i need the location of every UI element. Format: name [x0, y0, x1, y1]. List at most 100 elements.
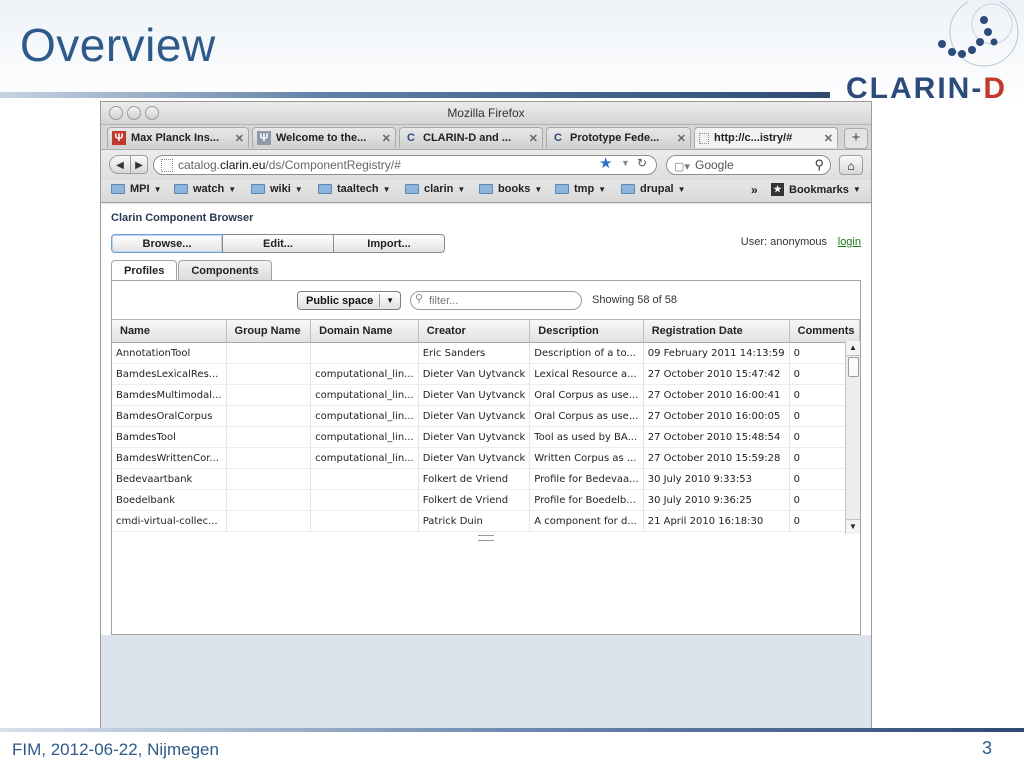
bookmark-folder-mpi[interactable]: MPI ▼	[111, 183, 161, 195]
bookmark-label: watch	[193, 183, 225, 195]
cell-registration-date: 21 April 2010 16:18:30	[643, 510, 790, 532]
bookmarks-menu-button[interactable]: ★ Bookmarks ▼	[771, 183, 861, 196]
folder-icon	[479, 184, 493, 194]
registry-tabs: Profiles Components	[111, 260, 273, 281]
edit-button[interactable]: Edit...	[222, 234, 334, 253]
cell-group-name	[226, 489, 312, 511]
search-engine-icon[interactable]: ▢▾	[674, 158, 690, 176]
search-box[interactable]: ▢▾ Google ⚲	[666, 155, 831, 175]
column-header-description[interactable]: Description	[529, 320, 644, 343]
browser-tab-3[interactable]: C CLARIN-D and ... ✕	[399, 127, 543, 148]
space-select[interactable]: Public space ▼	[297, 291, 401, 310]
browser-tab-4[interactable]: C Prototype Fede... ✕	[546, 127, 691, 148]
bookmark-label: clarin	[424, 183, 454, 195]
new-tab-button[interactable]: +	[844, 128, 868, 149]
select-divider	[379, 294, 380, 307]
close-tab-icon[interactable]: ✕	[235, 132, 244, 145]
import-button[interactable]: Import...	[333, 234, 445, 253]
cell-creator: Dieter Van Uytvanck	[418, 447, 531, 469]
table-scrollbar[interactable]: ▲ ▼	[845, 341, 860, 534]
column-header-creator[interactable]: Creator	[418, 320, 531, 343]
table-row[interactable]: AnnotationTool Eric Sanders Description of…	[112, 342, 860, 364]
table-row[interactable]: Boedelbank Folkert de Vriend Profile for B…	[112, 489, 860, 511]
window-titlebar: Mozilla Firefox	[101, 102, 871, 125]
cell-description: Profile for Boedelb...	[529, 489, 644, 511]
column-header-domain-name[interactable]: Domain Name	[310, 320, 419, 343]
browse-button[interactable]: Browse...	[111, 234, 223, 253]
tab-label: Prototype Fede...	[570, 132, 660, 144]
caret-down-icon: ▼	[294, 184, 303, 194]
tab-components[interactable]: Components	[178, 260, 272, 280]
cell-name: AnnotationTool	[112, 342, 227, 364]
bookmark-label: books	[498, 183, 531, 195]
bookmark-folder-clarin[interactable]: clarin ▼	[405, 183, 465, 195]
login-link[interactable]: login	[838, 236, 861, 248]
cell-group-name	[226, 426, 312, 448]
scroll-thumb[interactable]	[848, 357, 859, 377]
bookmarks-star-icon: ★	[771, 183, 784, 196]
forward-button[interactable]: ▶	[130, 155, 148, 174]
table-row[interactable]: cmdi-virtual-collec... Patrick Duin A comp…	[112, 510, 860, 532]
back-button[interactable]: ◀	[109, 155, 131, 174]
column-header-comments[interactable]: Comments	[789, 320, 860, 343]
table-row[interactable]: Bedevaartbank Folkert de Vriend Profile fo…	[112, 468, 860, 490]
browser-tab-2[interactable]: Ψ Welcome to the... ✕	[252, 127, 396, 148]
blank-page-icon	[699, 132, 709, 144]
caret-down-icon: ▼	[228, 184, 237, 194]
page-identity-icon	[161, 159, 173, 172]
search-icon[interactable]: ⚲	[814, 156, 824, 174]
url-host: clarin.eu	[220, 158, 266, 172]
cell-group-name	[226, 363, 312, 385]
bookmark-folder-tmp[interactable]: tmp ▼	[555, 183, 606, 195]
caret-down-icon: ▼	[457, 184, 466, 194]
url-bar[interactable]: catalog.clarin.eu/ds/ComponentRegistry/#	[153, 155, 657, 175]
bookmarks-toolbar: MPI ▼ watch ▼ wiki ▼ taaltech ▼ clarin ▼ book…	[101, 180, 871, 203]
firefox-window: Mozilla Firefox Ψ Max Planck Ins... ✕ Ψ …	[100, 101, 872, 730]
cell-domain-name	[310, 489, 419, 511]
tab-profiles[interactable]: Profiles	[111, 260, 178, 281]
app-title: Clarin Component Browser	[111, 212, 254, 224]
filter-input[interactable]	[410, 291, 582, 310]
bookmarks-overflow-icon[interactable]: »	[751, 183, 758, 197]
close-tab-icon[interactable]: ✕	[382, 132, 391, 145]
column-header-name[interactable]: Name	[112, 320, 227, 343]
cell-domain-name: computational_lin...	[310, 405, 419, 427]
profiles-panel: Public space ▼ ⚲ Showing 58 of 58 Name G	[111, 280, 861, 635]
bookmark-folder-drupal[interactable]: drupal ▼	[621, 183, 686, 195]
tab-label: Max Planck Ins...	[131, 132, 220, 144]
table-row[interactable]: BamdesWrittenCor... computational_lin... D…	[112, 447, 860, 469]
bookmark-label: drupal	[640, 183, 674, 195]
table-row[interactable]: BamdesMultimodal... computational_lin... D…	[112, 384, 860, 406]
bookmark-star-icon[interactable]: ★	[599, 154, 612, 172]
table-row[interactable]: BamdesLexicalRes... computational_lin... D…	[112, 363, 860, 385]
close-tab-icon[interactable]: ✕	[824, 132, 833, 145]
cell-domain-name	[310, 342, 419, 364]
bookmark-folder-books[interactable]: books ▼	[479, 183, 542, 195]
close-tab-icon[interactable]: ✕	[677, 132, 686, 145]
column-header-registration-date[interactable]: Registration Date	[643, 320, 790, 343]
bookmark-folder-watch[interactable]: watch ▼	[174, 183, 236, 195]
cell-domain-name: computational_lin...	[310, 447, 419, 469]
browser-tab-1[interactable]: Ψ Max Planck Ins... ✕	[107, 127, 249, 148]
folder-icon	[318, 184, 332, 194]
cell-registration-date: 27 October 2010 15:48:54	[643, 426, 790, 448]
table-row[interactable]: BamdesOralCorpus computational_lin... Diet…	[112, 405, 860, 427]
caret-down-icon: ▼	[153, 184, 162, 194]
reload-icon[interactable]: ↻	[637, 156, 647, 170]
table-row[interactable]: BamdesTool computational_lin... Dieter Van…	[112, 426, 860, 448]
column-header-group-name[interactable]: Group Name	[226, 320, 312, 343]
history-dropdown-icon[interactable]: ▼	[621, 158, 630, 168]
browser-tab-5-active[interactable]: http://c...istry/# ✕	[694, 127, 838, 148]
table-resize-handle[interactable]	[478, 535, 494, 541]
home-button[interactable]: ⌂	[839, 155, 863, 175]
close-tab-icon[interactable]: ✕	[529, 132, 538, 145]
bookmark-folder-wiki[interactable]: wiki ▼	[251, 183, 303, 195]
folder-icon	[111, 184, 125, 194]
scroll-up-icon[interactable]: ▲	[846, 341, 860, 356]
cell-creator: Dieter Van Uytvanck	[418, 426, 531, 448]
cell-description: Oral Corpus as use...	[529, 405, 644, 427]
bookmark-folder-taaltech[interactable]: taaltech ▼	[318, 183, 391, 195]
cell-creator: Patrick Duin	[418, 510, 531, 532]
result-count: Showing 58 of 58	[592, 294, 678, 306]
scroll-down-icon[interactable]: ▼	[846, 519, 860, 534]
